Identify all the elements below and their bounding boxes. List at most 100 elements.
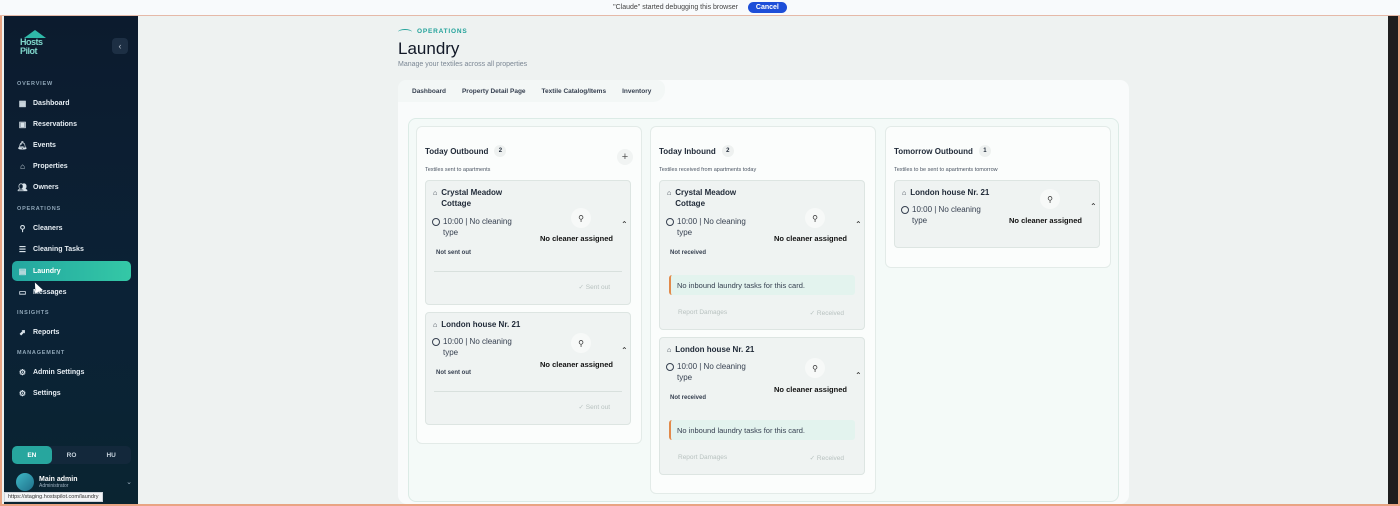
tab-dashboard[interactable]: Dashboard [404,80,454,102]
count-badge: 2 [494,145,507,157]
chevron-up-icon[interactable]: ⌃ [621,220,628,229]
breadcrumb-label: OPERATIONS [417,28,468,35]
status-url: https://staging.hostspilot.com/laundry [4,492,103,502]
home-icon: ⌂ [667,190,672,197]
debug-banner: "Claude" started debugging this browser … [0,0,1400,16]
property-name: ⌂ London house Nr. 21 [902,188,990,197]
time-info: 10:00 | No cleaning type [432,216,527,238]
page-title: Laundry [398,39,460,58]
dashboard-icon: ▦ [18,98,27,108]
received-button[interactable]: ✓ Received [810,309,844,317]
property-name: ⌂ London house Nr. 21 [667,345,755,354]
column-header: Tomorrow Outbound 1 [894,145,991,157]
chevron-up-icon[interactable]: ⌃ [855,220,862,229]
column-title: Tomorrow Outbound [894,146,973,156]
chevron-up-icon[interactable]: ⌃ [855,371,862,380]
sidebar-item-messages[interactable]: ▭ Messages [12,282,131,302]
hostspilot-logo[interactable]: Hosts Pilot [18,30,52,60]
section-overview: OVERVIEW [17,81,53,87]
count-badge: 2 [721,145,734,157]
laundry-card[interactable]: ⌂ London house Nr. 21 10:00 | No cleaning… [425,312,631,425]
checklist-icon: ☰ [18,244,27,254]
sidebar-item-events[interactable]: 🔔︎ Events [12,135,131,155]
chart-icon: ⬈ [19,327,26,337]
property-name: ⌂ London house Nr. 21 [433,320,521,329]
sidebar-item-settings[interactable]: ⚙ Settings [12,383,131,403]
laundry-card[interactable]: ⌂ London house Nr. 21 10:00 | No cleaning… [894,180,1100,248]
home-icon: ⌂ [433,322,438,329]
sidebar-item-properties[interactable]: ⌂ Properties [12,156,131,176]
column-header: Today Outbound 2 [425,145,507,157]
sidebar-item-laundry[interactable]: ▤ Laundry [12,261,131,281]
lang-en-button[interactable]: EN [12,446,52,464]
time-info: 10:00 | No cleaning type [901,204,996,226]
page-subtitle: Manage your textiles across all properti… [398,61,528,68]
user-menu[interactable]: Main admin Administrator ⌄ [16,472,132,492]
lang-hu-button[interactable]: HU [91,446,131,464]
time-info: 10:00 | No cleaning type [666,361,761,383]
sidebar-item-cleaning-tasks[interactable]: ☰ Cleaning Tasks [12,239,131,259]
received-button[interactable]: ✓ Received [810,454,844,462]
sidebar-item-label: Owners [33,183,59,191]
chevron-up-icon[interactable]: ⌃ [1090,202,1097,211]
sent-out-button[interactable]: ✓ Sent out [579,403,610,411]
sidebar-item-reservations[interactable]: ▣ Reservations [12,114,131,134]
add-button[interactable]: + [617,149,633,165]
send-status: Not sent out [436,250,471,256]
sidebar-item-label: Cleaning Tasks [33,245,84,253]
cleaner-status: No cleaner assigned [774,385,847,394]
chevron-up-icon[interactable]: ⌃ [621,346,628,355]
column-tomorrow-outbound: Tomorrow Outbound 1 Textiles to be sent t… [885,126,1111,268]
gear-icon: ⚙ [18,388,27,398]
tab-inventory[interactable]: Inventory [614,80,659,102]
sidebar-item-cleaners[interactable]: ⚲ Cleaners [12,218,131,238]
laundry-icon: ▤ [18,266,27,276]
sidebar-item-label: Properties [33,162,68,170]
column-subtitle: Textiles sent to apartments [425,167,491,173]
send-status: Not sent out [436,370,471,376]
sidebar-item-reports[interactable]: ⬈ Reports [12,322,131,342]
logo-text: Hosts Pilot [20,37,43,56]
cleaner-status: No cleaner assigned [540,360,613,369]
laundry-card[interactable]: ⌂ Crystal Meadow Cottage 10:00 | No clean… [659,180,865,330]
column-today-inbound: Today Inbound 2 Textiles received from ap… [650,126,876,494]
avatar [16,473,34,491]
home-icon: ⌂ [902,190,907,197]
collapse-sidebar-button[interactable]: ‹ [112,38,128,54]
sidebar-item-owners[interactable]: 👥︎ Owners [12,177,131,197]
sidebar-item-label: Laundry [33,267,61,275]
cancel-debug-button[interactable]: Cancel [747,2,787,13]
laundry-card[interactable]: ⌂ Crystal Meadow Cottage 10:00 | No clean… [425,180,631,305]
section-operations: OPERATIONS [17,206,61,212]
property-name: ⌂ Crystal Meadow Cottage [433,188,503,208]
column-subtitle: Textiles to be sent to apartments tomorr… [894,167,998,173]
sidebar: Hosts Pilot ‹ OVERVIEW ▦ Dashboard ▣ Reser… [4,16,138,504]
tab-property-detail[interactable]: Property Detail Page [454,80,534,102]
cleaner-status: No cleaner assigned [540,234,613,243]
laundry-card[interactable]: ⌂ London house Nr. 21 10:00 | No cleaning… [659,337,865,475]
section-insights: INSIGHTS [17,310,50,316]
bell-icon: 🔔︎ [17,140,28,150]
sidebar-item-label: Dashboard [33,99,70,107]
lang-ro-button[interactable]: RO [52,446,92,464]
time-info: 10:00 | No cleaning type [666,216,761,238]
clock-icon [432,338,440,346]
sidebar-item-admin-settings[interactable]: ⚙ Admin Settings [12,362,131,382]
sidebar-item-label: Events [33,141,56,149]
users-icon: 👥︎ [17,182,28,192]
sidebar-item-label: Reports [33,328,60,336]
sidebar-item-dashboard[interactable]: ▦ Dashboard [12,93,131,113]
receive-status: Not received [670,250,707,256]
home-icon: ⌂ [20,161,25,171]
sent-out-button[interactable]: ✓ Sent out [579,283,610,291]
section-management: MANAGEMENT [17,350,66,356]
report-damages-button[interactable]: Report Damages [678,454,727,461]
sidebar-item-label: Admin Settings [33,368,85,376]
report-damages-button[interactable]: Report Damages [678,309,727,316]
column-header: Today Inbound 2 [659,145,734,157]
count-badge: 1 [978,145,991,157]
cleaner-icon: ⚲ [571,208,591,228]
scrollbar[interactable] [1388,16,1398,504]
cleaner-icon: ⚲ [805,358,825,378]
tab-textile-catalog[interactable]: Textile Catalog/Items [534,80,615,102]
